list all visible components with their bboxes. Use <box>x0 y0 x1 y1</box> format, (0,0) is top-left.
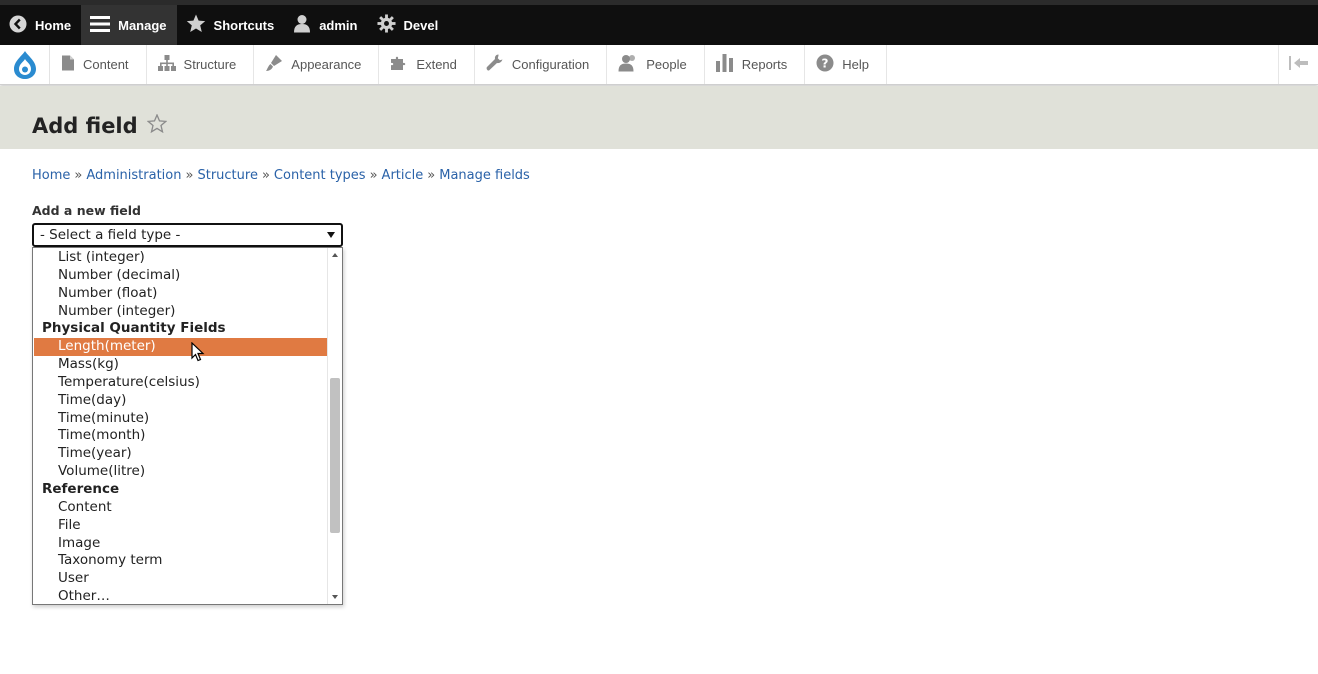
toolbar-devel-label: Devel <box>403 17 439 33</box>
toolbar-shortcuts[interactable]: Shortcuts <box>177 5 285 45</box>
dropdown-option[interactable]: Other… <box>33 588 328 604</box>
chevron-down-icon <box>327 232 335 238</box>
tray-help-label: Help <box>842 57 869 72</box>
breadcrumb-article[interactable]: Article <box>382 168 424 183</box>
sitemap-icon <box>157 55 184 74</box>
toolbar-manage-label: Manage <box>118 17 167 33</box>
puzzle-icon <box>390 55 416 74</box>
dropdown-option[interactable]: Time(day) <box>33 392 328 410</box>
tray-reports-label: Reports <box>741 57 788 72</box>
new-field-label: Add a new field <box>32 203 141 218</box>
dropdown-option[interactable]: Volume(litre) <box>33 463 328 481</box>
breadcrumb-administration[interactable]: Administration <box>86 168 181 183</box>
dropdown-option[interactable]: Image <box>33 535 328 553</box>
gear-icon <box>376 14 404 36</box>
user-icon <box>293 14 319 36</box>
mouse-cursor-icon <box>191 341 205 366</box>
tray-configuration-label: Configuration <box>511 57 590 72</box>
breadcrumb-content-types[interactable]: Content types <box>274 168 366 183</box>
dropdown-option[interactable]: Temperature(celsius) <box>33 374 328 392</box>
breadcrumb-manage-fields[interactable]: Manage fields <box>439 168 530 183</box>
scrollbar-thumb[interactable] <box>330 378 340 533</box>
tray-people-label: People <box>646 57 687 72</box>
tray-structure[interactable]: Structure <box>147 45 255 84</box>
tray-appearance[interactable]: Appearance <box>254 45 380 84</box>
toolbar-manage[interactable]: Manage <box>81 5 177 45</box>
dropdown-option[interactable]: File <box>33 517 328 535</box>
breadcrumb-separator: » <box>74 168 83 183</box>
dropdown-scrollbar[interactable] <box>327 248 342 604</box>
back-circle-icon <box>9 15 35 36</box>
dropdown-option[interactable]: Number (decimal) <box>33 267 328 285</box>
hamburger-icon <box>90 15 118 36</box>
tray-people[interactable]: People <box>607 45 705 84</box>
tray-reports[interactable]: Reports <box>705 45 806 84</box>
page-title: Add field <box>32 114 138 138</box>
people-icon <box>618 54 646 75</box>
tray-content-label: Content <box>83 57 129 72</box>
bars-icon <box>715 54 742 75</box>
dropdown-option[interactable]: Taxonomy term <box>33 552 328 570</box>
brush-icon <box>265 54 291 75</box>
svg-text:?: ? <box>822 57 829 71</box>
dropdown-option[interactable]: Time(minute) <box>33 410 328 428</box>
collapse-left-icon <box>1288 55 1309 74</box>
tray-extend-label: Extend <box>416 57 457 72</box>
dropdown-option[interactable]: Mass(kg) <box>33 356 328 374</box>
field-type-select-value: - Select a field type - <box>40 227 181 243</box>
dropdown-option[interactable]: Content <box>33 499 328 517</box>
dropdown-option[interactable]: Time(year) <box>33 445 328 463</box>
breadcrumb-separator: » <box>185 168 194 183</box>
tray-help[interactable]: ? Help <box>805 45 887 84</box>
document-icon <box>61 55 83 74</box>
dropdown-option[interactable]: User <box>33 570 328 588</box>
toolbar-shortcuts-label: Shortcuts <box>213 17 275 33</box>
tray-extend[interactable]: Extend <box>379 45 475 84</box>
breadcrumb-home[interactable]: Home <box>32 168 70 183</box>
help-icon: ? <box>816 54 842 75</box>
tray-appearance-label: Appearance <box>291 57 362 72</box>
tray-configuration[interactable]: Configuration <box>475 45 608 84</box>
toolbar-home-label: Home <box>35 17 72 33</box>
option-group-label: Physical Quantity Fields <box>42 320 226 337</box>
shortcut-star-icon[interactable] <box>146 113 168 138</box>
tray-content[interactable]: Content <box>50 45 147 84</box>
breadcrumb: Home» Administration» Structure» Content ty… <box>32 168 530 183</box>
toolbar-user[interactable]: admin <box>284 5 367 45</box>
dropdown-option[interactable]: Time(month) <box>33 427 328 445</box>
dropdown-option[interactable]: Number (integer) <box>33 303 328 321</box>
dropdown-option[interactable]: Length(meter) <box>34 338 328 357</box>
scroll-down-arrow-icon[interactable] <box>332 595 338 599</box>
wrench-icon <box>486 54 512 75</box>
tray-structure-label: Structure <box>183 57 237 72</box>
dropdown-options: List (integer) Number (decimal) Number (fl… <box>33 249 328 604</box>
drupal-logo-icon[interactable] <box>0 45 50 84</box>
star-icon <box>186 14 214 36</box>
breadcrumb-separator: » <box>369 168 378 183</box>
field-type-select[interactable]: - Select a field type - <box>32 223 343 247</box>
toolbar-devel[interactable]: Devel <box>368 5 449 45</box>
admin-toolbar: Home Manage Shortcuts admin Devel <box>0 0 1318 45</box>
page-header <box>0 86 1318 149</box>
scroll-up-arrow-icon[interactable] <box>332 253 338 257</box>
toolbar-user-label: admin <box>319 17 358 33</box>
page-title-wrap: Add field <box>32 113 168 138</box>
option-group-label: Reference <box>42 480 120 497</box>
tray-orientation-toggle[interactable] <box>1278 45 1318 84</box>
dropdown-option[interactable]: List (integer) <box>33 249 328 267</box>
manage-tray: Content Structure Appearance Extend Conf… <box>0 45 1318 85</box>
breadcrumb-structure[interactable]: Structure <box>197 168 257 183</box>
dropdown-option[interactable]: Number (float) <box>33 285 328 303</box>
field-type-dropdown-list[interactable]: List (integer) Number (decimal) Number (fl… <box>32 247 343 605</box>
toolbar-home[interactable]: Home <box>0 5 81 45</box>
breadcrumb-separator: » <box>427 168 436 183</box>
breadcrumb-separator: » <box>261 168 270 183</box>
